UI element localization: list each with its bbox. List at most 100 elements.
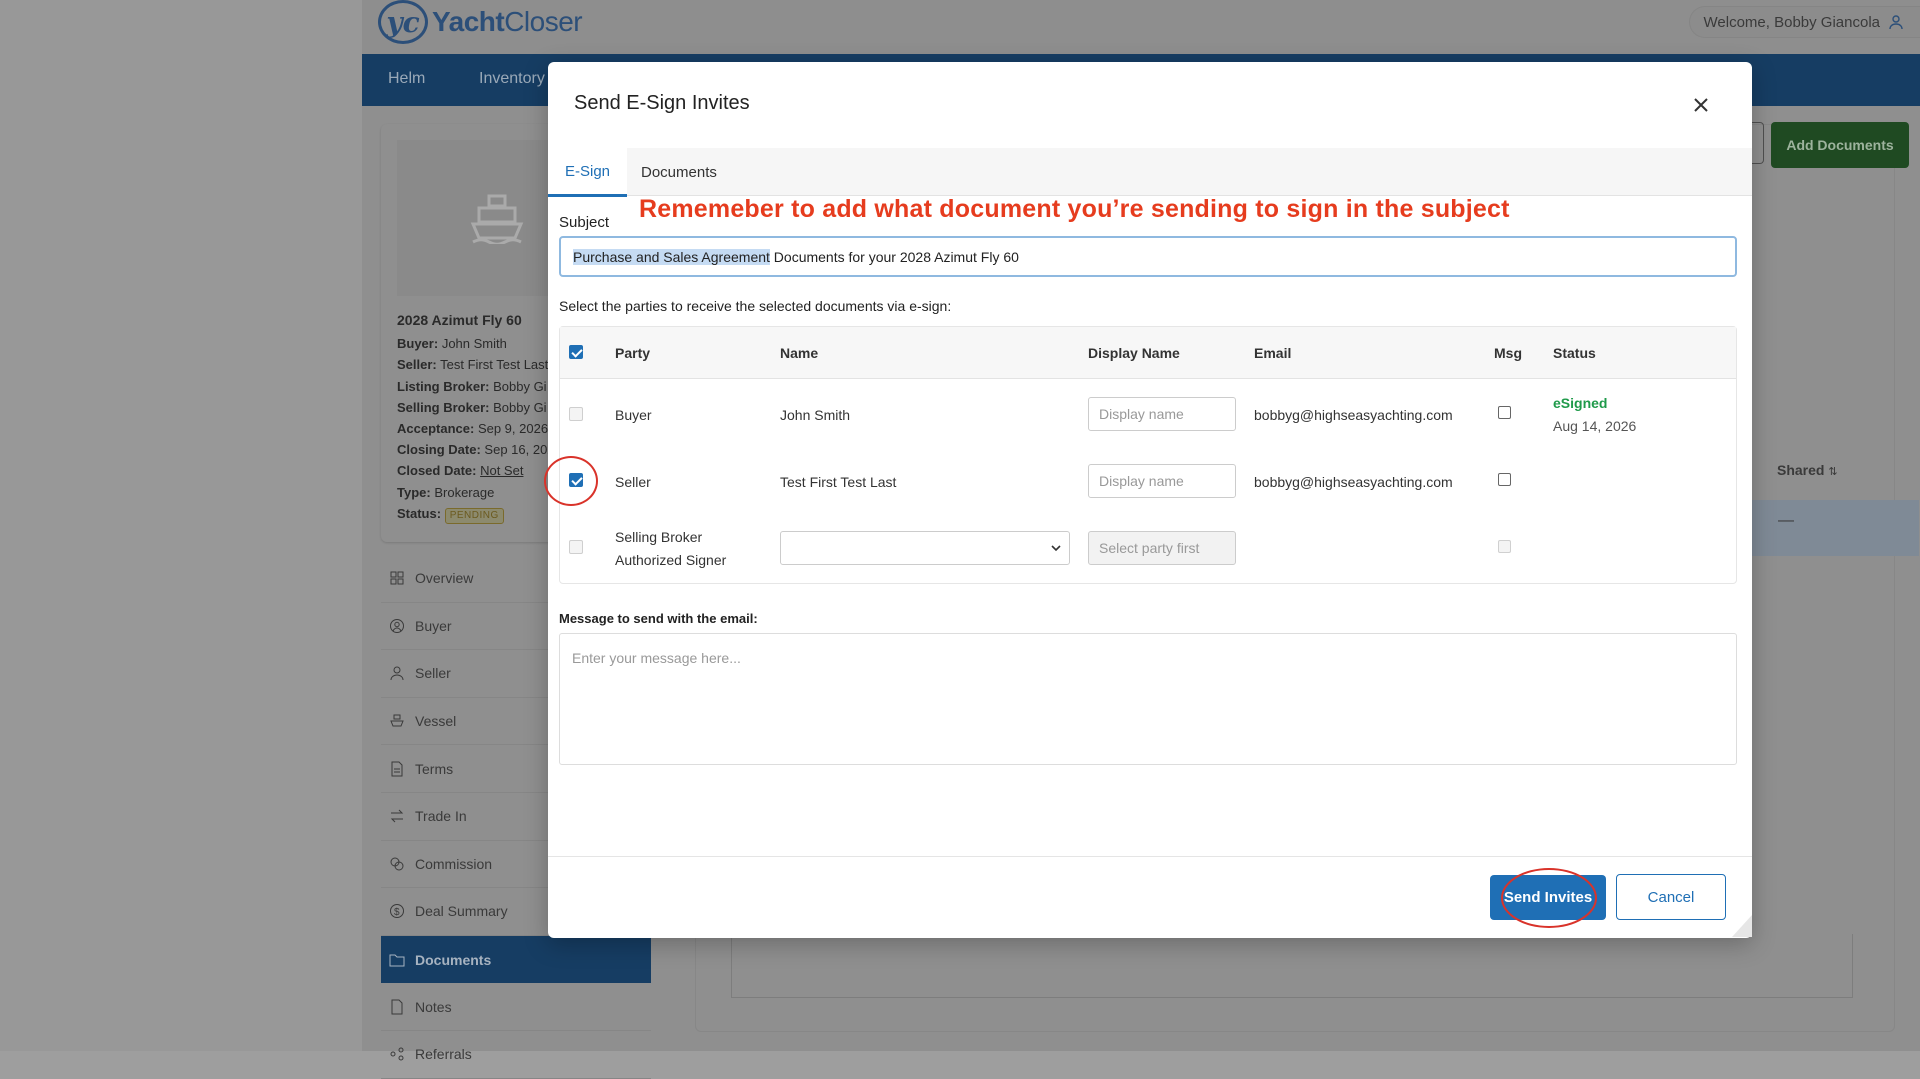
welcome-user-menu[interactable]: Welcome, Bobby Giancola [1688, 6, 1920, 38]
welcome-text: Welcome, Bobby Giancola [1703, 13, 1880, 31]
col-msg: Msg [1494, 345, 1522, 361]
boat-icon [390, 714, 404, 727]
field-label: Type: [397, 484, 431, 500]
vessel-field-type: Type: Brokerage [397, 482, 555, 503]
status-date: Aug 14, 2026 [1553, 418, 1637, 434]
parties-instructions: Select the parties to receive the select… [559, 298, 952, 314]
sidebar-item-label: Vessel [415, 713, 457, 730]
chevron-down-icon [1051, 545, 1061, 552]
sidebar-item-label: Terms [415, 760, 454, 777]
top-bar: yc YachtCloser Welcome, Bobby Giancola [362, 0, 1920, 54]
boat-icon [470, 194, 524, 244]
vessel-field-selling-broker: Selling Broker: Bobby Gi [397, 397, 555, 418]
display-name-input[interactable]: Select party first [1088, 531, 1236, 565]
sidebar-item-notes[interactable]: Notes [381, 983, 651, 1031]
close-button[interactable] [1686, 90, 1716, 120]
dollar-circle-icon: $ [390, 904, 404, 919]
field-label: Acceptance: [397, 421, 475, 437]
sort-icon: ⇅ [1828, 466, 1838, 478]
field-value: Sep 9, 2026 [477, 421, 549, 437]
nav-helm[interactable]: Helm [388, 70, 425, 88]
name-cell: John Smith [780, 407, 851, 423]
select-all-checkbox[interactable] [569, 345, 583, 359]
field-label: Selling Broker: [397, 399, 490, 415]
field-value: Brokerage [434, 484, 495, 500]
sidebar-item-label: Documents [415, 951, 492, 968]
logo-text-thin: Closer [504, 6, 583, 37]
resize-corner-icon [1732, 915, 1752, 937]
tab-esign[interactable]: E-Sign [548, 148, 628, 197]
row-select-checkbox[interactable] [569, 540, 583, 554]
field-value: Bobby Gi [493, 378, 547, 394]
msg-checkbox[interactable] [1498, 406, 1511, 419]
note-icon [391, 999, 403, 1015]
folder-icon [389, 954, 405, 967]
vessel-field-closing-date: Closing Date: Sep 16, 202 [397, 439, 555, 460]
document-row-highlight [1749, 500, 1919, 556]
sidebar-item-label: Referrals [415, 1046, 472, 1063]
name-cell: Test First Test Last [780, 474, 897, 490]
tab-documents[interactable]: Documents [624, 148, 734, 196]
col-status: Status [1553, 345, 1596, 361]
party-cell: Seller [615, 474, 651, 490]
email-cell: bobbyg@highseasyachting.com [1254, 407, 1453, 423]
field-label: Status: [397, 505, 442, 521]
closed-date-link[interactable]: Not Set [480, 463, 523, 478]
row-select-checkbox[interactable] [569, 473, 583, 487]
user-circle-icon [390, 618, 404, 633]
field-value: John Smith [441, 336, 507, 352]
status-esigned: eSigned [1553, 395, 1608, 411]
sidebar-item-referrals[interactable]: Referrals [381, 1031, 651, 1079]
logo-text: YachtCloser [432, 6, 583, 38]
logo-text-bold: Yacht [432, 6, 505, 37]
swap-icon [390, 809, 404, 823]
msg-checkbox[interactable] [1498, 473, 1511, 486]
logo-mark: yc [378, 0, 428, 44]
svg-text:$: $ [394, 907, 400, 918]
display-name-input[interactable]: Display name [1088, 397, 1236, 431]
cancel-button[interactable]: Cancel [1616, 874, 1726, 920]
msg-checkbox[interactable] [1498, 540, 1511, 553]
parties-table: Party Name Display Name Email Msg Status… [559, 326, 1737, 584]
subject-rest-text: Documents for your 2028 Azimut Fly 60 [769, 248, 1019, 265]
vessel-field-buyer: Buyer: John Smith [397, 333, 555, 354]
status-badge: PENDING [444, 507, 504, 524]
party-cell-line2: Authorized Signer [615, 552, 727, 568]
sidebar-item-documents[interactable]: Documents [381, 935, 651, 984]
sidebar-item-label: Buyer [415, 617, 452, 634]
referral-icon [390, 1047, 404, 1061]
close-icon [1694, 98, 1708, 112]
field-label: Closing Date: [397, 442, 481, 458]
signer-select[interactable] [780, 531, 1070, 565]
display-name-input[interactable]: Display name [1088, 464, 1236, 498]
modal-title: Send E-Sign Invites [574, 92, 750, 114]
subject-input[interactable]: Purchase and Sales Agreement Documents f… [559, 236, 1737, 277]
col-party: Party [615, 345, 651, 361]
shared-column-header[interactable]: Shared ⇅ [1777, 462, 1838, 478]
field-label: Seller: [397, 357, 437, 373]
yachtcloser-logo[interactable]: yc YachtCloser [378, 0, 583, 44]
message-label: Message to send with the email: [559, 611, 758, 626]
send-invites-button[interactable]: Send Invites [1490, 875, 1606, 920]
documents-table-bottom [731, 934, 1853, 998]
vessel-field-acceptance: Acceptance: Sep 9, 2026 [397, 418, 555, 439]
instruction-annotation: Rememeber to add what document you’re se… [639, 195, 1510, 223]
shared-value: — [1778, 512, 1794, 529]
document-icon [391, 761, 403, 777]
user-icon [1889, 15, 1903, 30]
vessel-field-status: Status: PENDING [397, 503, 555, 524]
grid-icon [390, 571, 404, 585]
sidebar-item-label: Deal Summary [415, 903, 508, 920]
nav-inventory[interactable]: Inventory [479, 70, 545, 88]
field-value: Sep 16, 202 [484, 442, 555, 458]
message-textarea[interactable]: Enter your message here... [559, 633, 1737, 765]
user-icon [390, 666, 404, 681]
row-select-checkbox[interactable] [569, 407, 583, 421]
subject-label: Subject [559, 214, 610, 231]
field-label: Closed Date: [397, 463, 477, 479]
vessel-field-seller: Seller: Test First Test Last [397, 354, 555, 375]
add-documents-button[interactable]: Add Documents [1771, 122, 1909, 168]
sidebar-item-label: Seller [415, 665, 451, 682]
vessel-field-closed-date: Closed Date: Not Set [397, 460, 555, 481]
field-value: Test First Test Last [440, 357, 549, 373]
